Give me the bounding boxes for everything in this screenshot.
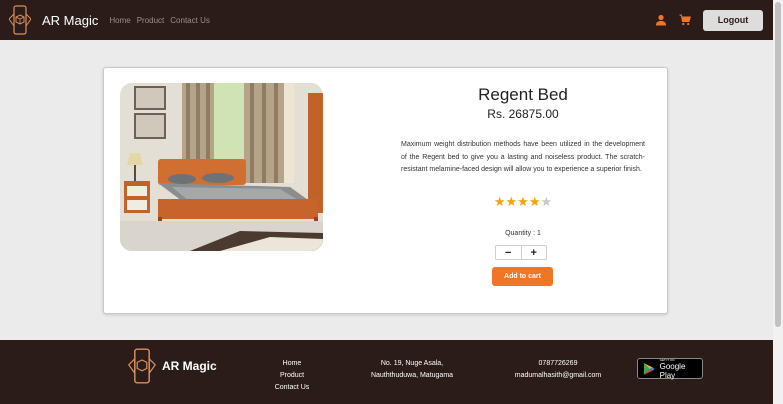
footer: AR Magic Home Product Contact Us No. 19,… <box>0 340 773 404</box>
star-icon: ★ <box>528 194 541 209</box>
logout-button[interactable]: Logout <box>703 9 763 31</box>
star-empty-icon: ★ <box>540 194 553 209</box>
nav-links: Home Product Contact Us <box>109 16 216 25</box>
decrement-button[interactable]: − <box>496 246 521 259</box>
cart-icon[interactable] <box>679 14 691 26</box>
footer-phone: 0787726269 <box>538 360 578 367</box>
rating-stars: ★★★★★ <box>401 194 645 210</box>
nav-link-product[interactable]: Product <box>137 16 165 25</box>
product-card: Regent Bed Rs. 26875.00 Maximum weight d… <box>103 67 668 314</box>
increment-button[interactable]: + <box>520 246 547 259</box>
product-description: Maximum weight distribution methods have… <box>401 141 645 173</box>
play-store-icon <box>643 362 655 375</box>
footer-link-contact[interactable]: Contact Us <box>270 382 314 394</box>
user-icon[interactable] <box>655 14 667 26</box>
ar-logo-icon <box>128 348 156 384</box>
google-play-text: GET IT ON Google Play <box>660 358 702 380</box>
google-play-badge[interactable]: GET IT ON Google Play <box>637 358 703 380</box>
star-icon: ★ <box>505 194 518 209</box>
star-icon: ★ <box>517 194 529 209</box>
brand-name: AR Magic <box>42 12 99 28</box>
footer-link-home[interactable]: Home <box>270 358 314 370</box>
product-price: Rs. 26875.00 <box>487 107 559 121</box>
nav-link-home[interactable]: Home <box>109 16 130 25</box>
quantity-label: Quantity : 1 <box>505 230 541 237</box>
star-icon: ★ <box>493 194 506 209</box>
footer-email[interactable]: madumalhasith@gmail.com <box>506 370 610 382</box>
footer-links: Home Product Contact Us <box>270 358 314 394</box>
nav-actions: Logout <box>655 9 773 31</box>
google-play-big: Google Play <box>659 361 686 380</box>
nav-link-contact[interactable]: Contact Us <box>170 16 210 25</box>
page-scrollbar[interactable] <box>773 0 783 404</box>
brand[interactable]: AR Magic <box>9 5 98 35</box>
scrollbar-thumb[interactable] <box>775 2 781 327</box>
product-title: Regent Bed <box>478 85 568 104</box>
product-image <box>120 83 323 251</box>
ar-logo-icon <box>9 5 31 35</box>
top-navbar: AR Magic Home Product Contact Us Logout <box>0 0 773 40</box>
footer-brand: AR Magic <box>127 348 217 384</box>
footer-contact: 0787726269 madumalhasith@gmail.com <box>506 358 610 382</box>
address-line: Nauththuduwa, Matugama <box>370 372 454 379</box>
add-to-cart-button[interactable]: Add to cart <box>492 267 553 286</box>
address-line: No. 19, Nuge Asala, <box>380 360 444 367</box>
quantity-stepper: − + <box>495 245 547 260</box>
footer-brand-name: AR Magic <box>162 359 217 373</box>
footer-link-product[interactable]: Product <box>270 370 314 382</box>
footer-address: No. 19, Nuge Asala, Nauththuduwa, Matuga… <box>348 358 476 382</box>
